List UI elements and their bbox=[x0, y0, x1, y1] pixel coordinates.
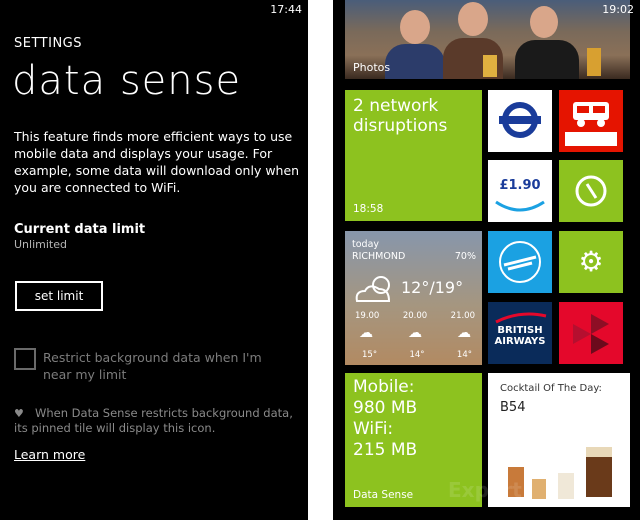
natwest-tile[interactable] bbox=[559, 302, 623, 364]
restrict-background-checkbox[interactable] bbox=[14, 348, 36, 370]
settings-tile[interactable]: ⚙ bbox=[559, 231, 623, 293]
feature-description: This feature finds more efficient ways t… bbox=[14, 129, 300, 195]
fare-card-icon bbox=[495, 200, 545, 212]
flight-tile[interactable] bbox=[488, 231, 552, 293]
disruptions-title: 2 network disruptions bbox=[353, 96, 448, 136]
bus-tile[interactable] bbox=[559, 90, 623, 152]
low-temp: 15° bbox=[362, 350, 378, 360]
restrict-background-label: Restrict background data when I'm near m… bbox=[43, 350, 262, 382]
tfl-roundel-icon bbox=[499, 102, 541, 138]
watermark: Expert bbox=[448, 478, 522, 502]
data-limit-value: Unlimited bbox=[14, 238, 67, 251]
cloud-sun-icon bbox=[355, 276, 391, 302]
ba-logo-text: BRITISH AIRWAYS bbox=[494, 325, 546, 347]
weather-temperature: 12°/19° bbox=[401, 278, 464, 297]
learn-more-link[interactable]: Learn more bbox=[14, 447, 85, 462]
british-airways-tile[interactable]: BRITISH AIRWAYS bbox=[488, 302, 552, 364]
weather-day: today bbox=[352, 239, 380, 250]
compass-tile[interactable] bbox=[559, 160, 623, 222]
network-disruptions-tile[interactable]: 2 network disruptions 18:58 bbox=[345, 90, 482, 221]
restriction-note-line2: its pinned tile will display this icon. bbox=[14, 421, 216, 435]
restriction-note-line1: When Data Sense restricts background dat… bbox=[35, 406, 293, 420]
data-limit-label: Current data limit bbox=[14, 222, 146, 237]
bus-icon bbox=[565, 102, 617, 146]
page-title: data sense bbox=[12, 58, 242, 104]
gear-icon: ⚙ bbox=[578, 245, 604, 278]
hour-label: 19.00 bbox=[355, 311, 380, 321]
low-temp: 14° bbox=[409, 350, 425, 360]
rain-cloud-icons: ☁ ☁ ☁ bbox=[359, 325, 471, 341]
hour-label: 20.00 bbox=[402, 311, 428, 321]
data-sense-tile-label: Data Sense bbox=[353, 489, 414, 501]
photos-tile[interactable]: Photos bbox=[345, 0, 630, 79]
low-temp: 14° bbox=[456, 350, 472, 360]
cocktail-heading: Cocktail Of The Day: bbox=[500, 383, 602, 394]
photos-tile-label: Photos bbox=[353, 61, 391, 74]
data-usage-text: Mobile: 980 MB WiFi: 215 MB bbox=[353, 377, 418, 460]
data-sense-heart-icon: ♥ bbox=[14, 407, 24, 420]
rain-cloud-icon: ☁ bbox=[457, 325, 471, 341]
status-clock: 19:02 bbox=[602, 3, 634, 16]
set-limit-button[interactable]: set limit bbox=[15, 281, 103, 311]
cocktail-name: B54 bbox=[500, 400, 526, 415]
weather-hours: 19.00 20.00 21.00 bbox=[355, 311, 475, 321]
tfl-roundel-tile[interactable] bbox=[488, 90, 552, 152]
rain-chance: 70% bbox=[454, 251, 476, 262]
rain-cloud-icon: ☁ bbox=[408, 325, 422, 341]
weather-tile[interactable]: today RICHMOND 70% 12°/19° 19.00 20.00 2… bbox=[345, 231, 482, 365]
weather-city: RICHMOND bbox=[352, 251, 406, 262]
status-clock: 17:44 bbox=[270, 3, 302, 16]
natwest-cubes-icon bbox=[573, 314, 609, 354]
compass-icon bbox=[575, 175, 607, 207]
start-screen: Photos 19:02 2 network disruptions 18:58 … bbox=[333, 0, 640, 520]
rain-cloud-icon: ☁ bbox=[359, 325, 373, 341]
hour-label: 21.00 bbox=[450, 311, 475, 321]
disruptions-time: 18:58 bbox=[353, 203, 384, 215]
flight-icon bbox=[499, 241, 541, 283]
settings-header: SETTINGS bbox=[14, 36, 83, 51]
weather-lows: 15° 14° 14° bbox=[362, 350, 472, 360]
fare-tile[interactable]: £1.90 bbox=[488, 160, 552, 222]
data-sense-settings-screen: 17:44 SETTINGS data sense This feature f… bbox=[0, 0, 308, 520]
